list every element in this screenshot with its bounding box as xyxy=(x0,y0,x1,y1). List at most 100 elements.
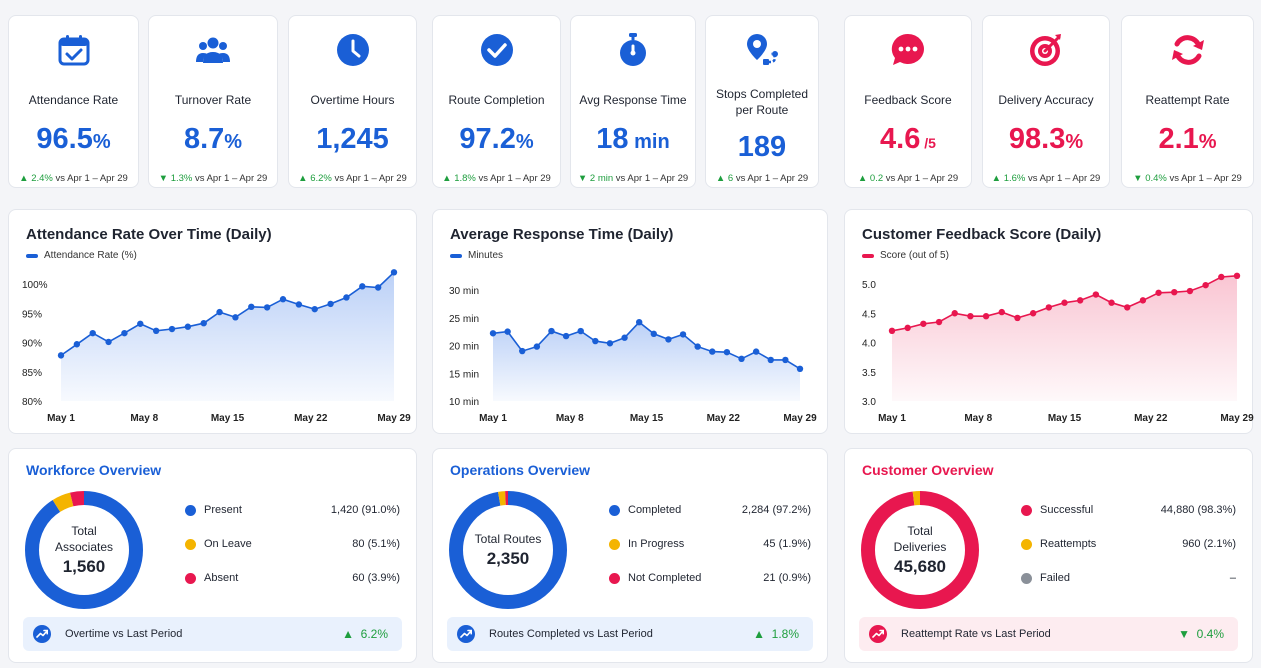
data-point[interactable] xyxy=(137,320,144,327)
x-tick-label: May 8 xyxy=(556,413,584,424)
legend-dot xyxy=(609,538,620,550)
data-point[interactable] xyxy=(1014,314,1021,322)
data-point[interactable] xyxy=(1233,272,1241,280)
data-point[interactable] xyxy=(1155,289,1162,296)
data-point[interactable] xyxy=(1202,281,1209,289)
data-point[interactable] xyxy=(635,318,643,326)
y-tick-label: 3.0 xyxy=(862,397,876,408)
data-point[interactable] xyxy=(504,328,511,335)
data-point[interactable] xyxy=(489,330,497,337)
data-point[interactable] xyxy=(1092,291,1100,298)
data-point[interactable] xyxy=(665,336,672,343)
chat-bubble-icon xyxy=(845,30,971,70)
data-point[interactable] xyxy=(577,327,584,335)
data-point[interactable] xyxy=(621,334,628,341)
data-point[interactable] xyxy=(57,352,65,359)
legend-row-in-progress: In Progress 45 (1.9%) xyxy=(609,535,811,553)
data-point[interactable] xyxy=(562,332,570,340)
overview-footer[interactable]: Routes Completed vs Last Period ▲ 1.8% xyxy=(447,617,813,651)
data-point[interactable] xyxy=(1124,304,1131,311)
data-point[interactable] xyxy=(904,324,911,332)
data-point[interactable] xyxy=(311,305,318,313)
data-point[interactable] xyxy=(920,320,927,327)
data-point[interactable] xyxy=(89,329,96,337)
data-point[interactable] xyxy=(374,284,382,291)
delta-period: vs Apr 1 – Apr 29 xyxy=(615,173,689,184)
data-point[interactable] xyxy=(359,283,366,290)
overview-footer[interactable]: Reattempt Rate vs Last Period ▼ 0.4% xyxy=(859,617,1238,651)
data-point[interactable] xyxy=(390,269,398,276)
feedback-chart-card: Customer Feedback Score (Daily) Score (o… xyxy=(844,209,1254,434)
customer-overview-card: Customer Overview Total Deliveries 45,68… xyxy=(844,448,1253,663)
kpi-card-reattempt-rate[interactable]: Reattempt Rate 2.1% ▼ 0.4% vs Apr 1 – Ap… xyxy=(1121,15,1254,188)
data-point[interactable] xyxy=(694,343,701,350)
legend-name: Absent xyxy=(204,572,239,584)
legend-value: 45 (1.9%) xyxy=(763,538,811,550)
data-point[interactable] xyxy=(967,312,974,320)
data-point[interactable] xyxy=(782,356,789,364)
data-point[interactable] xyxy=(650,330,658,338)
data-point[interactable] xyxy=(548,327,555,335)
data-point[interactable] xyxy=(263,304,271,311)
kpi-number: 2.1 xyxy=(1158,123,1199,155)
kpi-card-avg-response-time[interactable]: Avg Response Time 18 min ▼ 2 min vs Apr … xyxy=(570,15,696,188)
data-point[interactable] xyxy=(592,337,599,345)
data-point[interactable] xyxy=(232,314,239,321)
data-point[interactable] xyxy=(295,301,303,308)
data-point[interactable] xyxy=(152,327,160,334)
footer-delta: ▼ 0.4% xyxy=(1178,627,1224,641)
data-point[interactable] xyxy=(982,312,990,320)
kpi-card-stops-completed-per-route[interactable]: Stops Completed per Route 189 ▲ 6 vs Apr… xyxy=(705,15,819,188)
data-point[interactable] xyxy=(279,296,287,303)
data-point[interactable] xyxy=(738,355,745,363)
data-point[interactable] xyxy=(533,343,541,350)
data-point[interactable] xyxy=(888,327,896,334)
kpi-value: 189 xyxy=(706,130,818,167)
data-point[interactable] xyxy=(679,331,687,338)
data-point[interactable] xyxy=(767,356,774,364)
data-point[interactable] xyxy=(343,294,350,301)
kpi-card-feedback-score[interactable]: Feedback Score 4.6 /5 ▲ 0.2 vs Apr 1 – A… xyxy=(844,15,972,188)
data-point[interactable] xyxy=(1076,297,1084,304)
delta-period: vs Apr 1 – Apr 29 xyxy=(1027,173,1101,184)
kpi-card-attendance-rate[interactable]: Attendance Rate 96.5% ▲ 2.4% vs Apr 1 – … xyxy=(8,15,139,188)
data-point[interactable] xyxy=(709,348,716,355)
footer-arrow-icon: ▲ xyxy=(342,627,354,641)
data-point[interactable] xyxy=(1139,297,1147,304)
data-point[interactable] xyxy=(1171,288,1178,296)
kpi-delta: ▼ 0.4% vs Apr 1 – Apr 29 xyxy=(1122,173,1253,184)
kpi-label: Delivery Accuracy xyxy=(998,93,1094,107)
kpi-unit: % xyxy=(515,131,534,153)
data-point[interactable] xyxy=(998,308,1005,316)
kpi-card-overtime-hours[interactable]: Overtime Hours 1,245 ▲ 6.2% vs Apr 1 – A… xyxy=(288,15,417,188)
data-point[interactable] xyxy=(248,303,255,311)
data-point[interactable] xyxy=(200,319,207,327)
data-point[interactable] xyxy=(1108,299,1115,306)
data-point[interactable] xyxy=(1045,304,1053,311)
data-point[interactable] xyxy=(752,348,760,355)
data-point[interactable] xyxy=(796,365,804,373)
data-point[interactable] xyxy=(121,329,128,337)
kpi-card-route-completion[interactable]: Route Completion 97.2% ▲ 1.8% vs Apr 1 –… xyxy=(432,15,561,188)
data-point[interactable] xyxy=(935,318,943,326)
trend-up-icon xyxy=(33,625,51,643)
y-tick-label: 20 min xyxy=(449,342,479,353)
data-point[interactable] xyxy=(1218,273,1225,281)
overview-footer[interactable]: Overtime vs Last Period ▲ 6.2% xyxy=(23,617,402,651)
data-point[interactable] xyxy=(951,310,958,317)
data-point[interactable] xyxy=(519,347,526,355)
x-tick-label: May 15 xyxy=(1048,413,1082,424)
data-point[interactable] xyxy=(1029,310,1037,317)
data-point[interactable] xyxy=(105,338,112,346)
data-point[interactable] xyxy=(1061,299,1068,306)
kpi-card-turnover-rate[interactable]: Turnover Rate 8.7% ▼ 1.3% vs Apr 1 – Apr… xyxy=(148,15,278,188)
data-point[interactable] xyxy=(1186,287,1194,295)
kpi-card-delivery-accuracy[interactable]: Delivery Accuracy 98.3% ▲ 1.6% vs Apr 1 … xyxy=(982,15,1110,188)
data-point[interactable] xyxy=(168,325,176,333)
data-point[interactable] xyxy=(723,348,731,356)
data-point[interactable] xyxy=(73,341,81,348)
data-point[interactable] xyxy=(216,308,223,316)
data-point[interactable] xyxy=(327,300,334,308)
data-point[interactable] xyxy=(606,340,614,347)
data-point[interactable] xyxy=(184,323,192,330)
